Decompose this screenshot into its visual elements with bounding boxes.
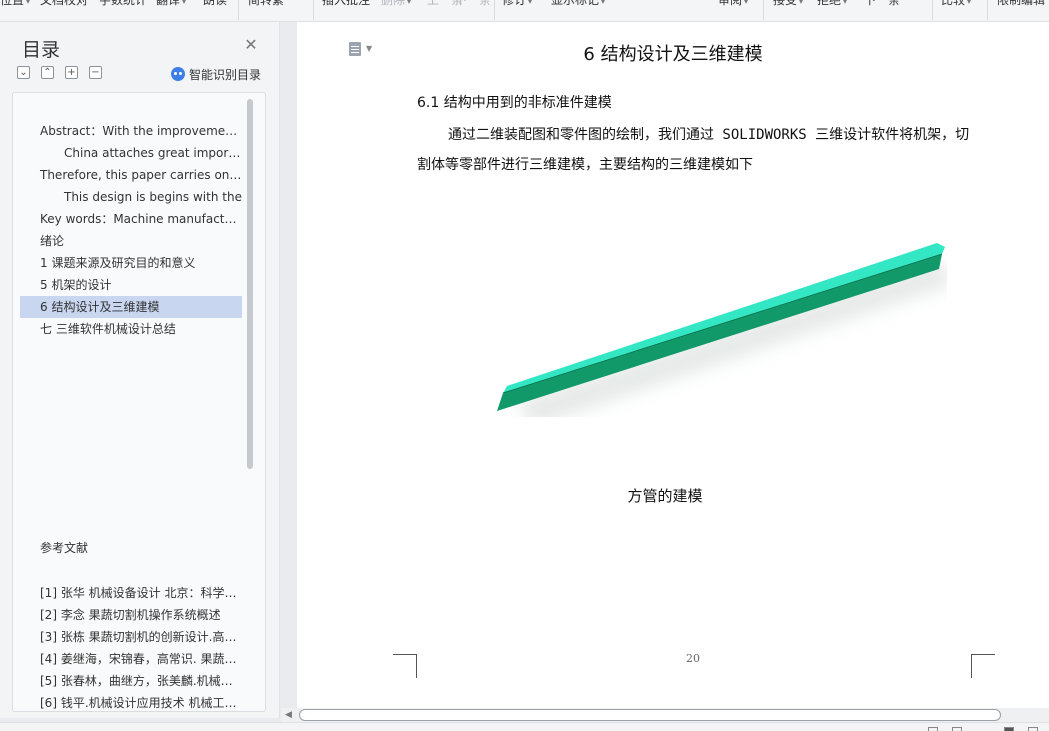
outline-item[interactable]: 5 机架的设计 bbox=[20, 274, 242, 296]
toolbar-separator bbox=[238, 0, 239, 20]
reference-item[interactable]: [5] 张春林，曲继方，张美麟.机械创新设计 bbox=[40, 670, 242, 692]
outline-item[interactable]: Key words：Machine manufacturing bbox=[20, 208, 242, 230]
outline-item[interactable]: Abstract：With the improvement of the liv… bbox=[20, 120, 242, 142]
outline-list: 参考文献 Abstract：With the improvement of th… bbox=[12, 92, 266, 712]
chevron-down-icon: ▾ bbox=[601, 0, 606, 6]
toolbar-button-label: 下一条 bbox=[864, 0, 901, 7]
toolbar-button-label: 朗读 bbox=[203, 0, 228, 7]
square-tube-model-image[interactable] bbox=[487, 237, 947, 417]
remove-heading-icon[interactable]: − bbox=[89, 66, 102, 79]
toolbar-separator bbox=[494, 0, 495, 20]
model-edge bbox=[502, 253, 943, 394]
toolbar-button-15[interactable]: 下一条 bbox=[864, 0, 900, 8]
toolbar-button-6[interactable]: 插入批注 bbox=[322, 0, 370, 8]
outline-item[interactable]: This design is begins with the bbox=[20, 186, 242, 208]
toolbar-button-14[interactable]: 拒绝 ▾ bbox=[817, 0, 847, 8]
add-heading-icon[interactable]: + bbox=[65, 66, 78, 79]
scroll-left-icon[interactable]: ◀ bbox=[285, 710, 292, 720]
outline-view-icon[interactable] bbox=[952, 727, 962, 731]
toolbar-separator bbox=[313, 0, 314, 20]
toolbar-button-13[interactable]: 接受 ▾ bbox=[773, 0, 803, 8]
toolbar-button-label: 限制编辑 bbox=[997, 0, 1046, 7]
toolbar-button-3[interactable]: 翻译 ▾ bbox=[156, 0, 186, 8]
toolbar-button-16[interactable]: 比较 ▾ bbox=[941, 0, 971, 8]
toolbar-button-7[interactable]: 删除 ▾ bbox=[381, 0, 411, 8]
outline-item[interactable]: Therefore, this paper carries on researc… bbox=[20, 164, 242, 186]
outline-item[interactable]: 1 课题来源及研究目的和意义 bbox=[20, 252, 242, 274]
model-top-face bbox=[503, 243, 945, 393]
smart-recognize-button[interactable]: 智能识别目录 bbox=[171, 66, 261, 82]
reference-item[interactable]: [3] 张栋 果蔬切割机的创新设计.高等教育 bbox=[40, 626, 242, 648]
toolbar-button-label: 审阅 bbox=[718, 0, 743, 7]
reference-item[interactable]: [4] 姜继海，宋锦春，高常识. 果蔬切割 bbox=[40, 648, 242, 670]
web-view-icon[interactable] bbox=[1028, 727, 1038, 731]
toolbar-button-label: 接受 bbox=[773, 0, 798, 7]
toolbar-button-label: 显示标记 bbox=[551, 0, 600, 7]
chevron-down-icon: ▾ bbox=[843, 0, 848, 6]
toolbar-button-label: 翻译 bbox=[156, 0, 181, 7]
toolbar-button-12[interactable]: 审阅 ▾ bbox=[718, 0, 748, 8]
chevron-down-icon: ▾ bbox=[528, 0, 533, 6]
chevron-down-icon: ▾ bbox=[744, 0, 749, 6]
toolbar-separator bbox=[763, 0, 764, 20]
outline-item[interactable]: 绪论 bbox=[20, 230, 242, 252]
chevron-down-icon: ▾ bbox=[26, 0, 31, 6]
wps-writer-window: 位置 ▾ 文档校对 字数统计 翻译 ▾ 朗读 简转繁 插入批注 删除 ▾ 上一条 下一条 修订 ▾ 显示标记 ▾… bbox=[0, 0, 1049, 731]
robot-icon bbox=[171, 67, 185, 81]
toolbar-button-label: 修订 bbox=[502, 0, 527, 7]
toolbar-button-2[interactable]: 字数统计 bbox=[99, 0, 147, 8]
reference-item[interactable]: [2] 李念 果蔬切割机操作系统概述 bbox=[40, 604, 242, 626]
outline-title: 目录 bbox=[22, 39, 61, 61]
status-bar bbox=[0, 722, 1049, 731]
close-icon[interactable]: ✕ bbox=[243, 37, 259, 53]
collapse-all-icon[interactable]: ⌄ bbox=[17, 66, 30, 79]
subsection-heading[interactable]: 6.1 结构中用到的非标准件建模 bbox=[417, 92, 612, 112]
outline-scrollbar[interactable] bbox=[247, 99, 253, 469]
document-area: ▼ 6 结构设计及三维建模 6.1 结构中用到的非标准件建模 通过二维装配图和零… bbox=[281, 22, 1049, 708]
model-side-face bbox=[497, 254, 942, 411]
document-page: ▼ 6 结构设计及三维建模 6.1 结构中用到的非标准件建模 通过二维装配图和零… bbox=[297, 22, 1049, 708]
page-number: 20 bbox=[686, 652, 700, 665]
toolbar-button-9[interactable]: 下一条 bbox=[455, 0, 491, 8]
expand-level-icon[interactable]: ⌃ bbox=[41, 66, 54, 79]
outline-panel: 目录 ✕ ⌄ ⌃ + − 智能识别目录 参考文献 Abstract：With t… bbox=[0, 22, 280, 718]
body-paragraph[interactable]: 通过二维装配图和零件图的绘制，我们通过 SOLIDWORKS 三维设计软件将机架… bbox=[417, 120, 977, 180]
section-heading[interactable]: 6 结构设计及三维建模 bbox=[297, 40, 1049, 66]
review-toolbar: 位置 ▾ 文档校对 字数统计 翻译 ▾ 朗读 简转繁 插入批注 删除 ▾ 上一条 下一条 修订 ▾ 显示标记 ▾… bbox=[0, 0, 1049, 22]
reference-item[interactable]: [1] 张华 机械设备设计 北京：科学出版社 bbox=[40, 582, 242, 604]
horizontal-scrollbar[interactable]: ◀ bbox=[281, 708, 1049, 722]
toolbar-button-4[interactable]: 朗读 bbox=[203, 0, 227, 8]
outline-item[interactable]: 6 结构设计及三维建模 bbox=[20, 296, 242, 318]
figure-caption[interactable]: 方管的建模 bbox=[297, 485, 1033, 506]
toolbar-button-label: 位置 bbox=[0, 0, 25, 7]
toolbar-button-17[interactable]: 限制编辑 bbox=[997, 0, 1045, 8]
smart-recognize-label: 智能识别目录 bbox=[189, 67, 262, 82]
toolbar-button-1[interactable]: 文档校对 bbox=[40, 0, 88, 8]
toolbar-button-0[interactable]: 位置 ▾ bbox=[0, 0, 30, 8]
toolbar-button-label: 插入批注 bbox=[322, 0, 371, 7]
scrollbar-thumb[interactable] bbox=[299, 709, 1001, 721]
references-heading[interactable]: 参考文献 bbox=[40, 539, 88, 556]
reference-item[interactable]: [6] 钱平.机械设计应用技术 机械工业出版社 bbox=[40, 692, 242, 711]
toolbar-button-10[interactable]: 修订 ▾ bbox=[502, 0, 532, 8]
toolbar-button-11[interactable]: 显示标记 ▾ bbox=[551, 0, 605, 8]
outline-item[interactable]: China attaches great importance to bbox=[20, 142, 242, 164]
view-mode-icon[interactable] bbox=[928, 727, 938, 731]
toolbar-button-label: 字数统计 bbox=[99, 0, 148, 7]
toolbar-button-label: 删除 bbox=[381, 0, 406, 7]
toolbar-button-label: 文档校对 bbox=[40, 0, 89, 7]
page-view-icon[interactable] bbox=[1004, 727, 1014, 731]
chevron-down-icon: ▾ bbox=[799, 0, 804, 6]
toolbar-button-5[interactable]: 简转繁 bbox=[248, 0, 284, 8]
toolbar-button-label: 比较 bbox=[941, 0, 966, 7]
outline-item[interactable]: 七 三维软件机械设计总结 bbox=[20, 318, 242, 340]
toolbar-separator bbox=[932, 0, 933, 20]
toolbar-button-label: 拒绝 bbox=[817, 0, 842, 7]
toolbar-button-label: 简转繁 bbox=[248, 0, 285, 7]
chevron-down-icon: ▾ bbox=[967, 0, 972, 6]
chevron-down-icon: ▾ bbox=[407, 0, 412, 6]
toolbar-button-label: 下一条 bbox=[455, 0, 492, 7]
chevron-down-icon: ▾ bbox=[182, 0, 187, 6]
toolbar-separator bbox=[987, 0, 988, 20]
